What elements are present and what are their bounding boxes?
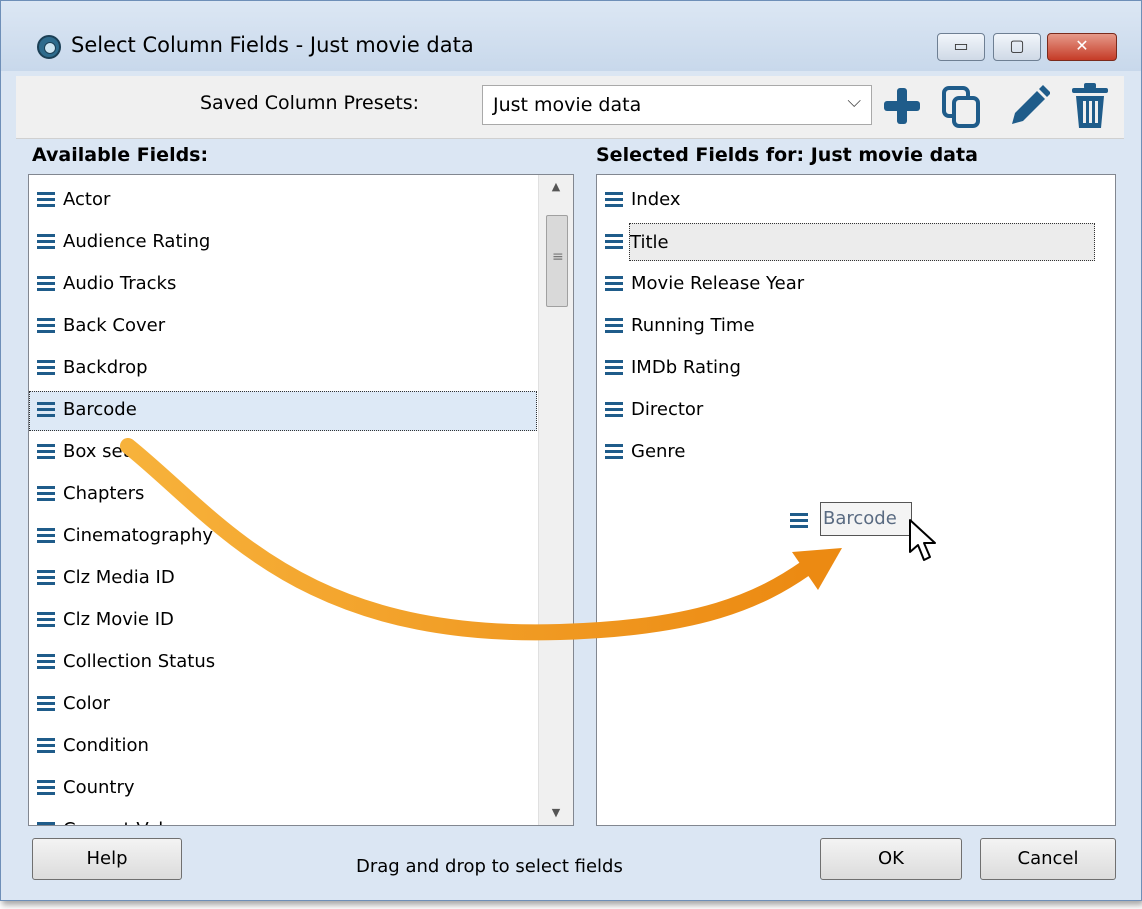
drag-handle-icon [37, 780, 55, 796]
drag-handle-icon [605, 318, 623, 334]
available-field-item[interactable]: Barcode [29, 391, 537, 431]
field-label: Box set [63, 441, 130, 462]
available-field-item[interactable]: Audio Tracks [29, 265, 537, 305]
field-label: Backdrop [63, 357, 148, 378]
vertical-scrollbar[interactable]: ▲ ▼ [538, 175, 573, 825]
selected-field-item[interactable]: Genre [597, 433, 1097, 473]
scroll-down-arrow-icon[interactable]: ▼ [539, 801, 573, 825]
available-field-item[interactable]: Audience Rating [29, 223, 537, 263]
help-button[interactable]: Help [32, 838, 182, 880]
available-field-item[interactable]: Back Cover [29, 307, 537, 347]
pencil-icon[interactable] [1006, 82, 1051, 130]
close-button[interactable]: ✕ [1047, 33, 1117, 61]
field-label: IMDb Rating [631, 357, 741, 378]
drag-handle-icon [37, 570, 55, 586]
selected-field-item[interactable]: IMDb Rating [597, 349, 1097, 389]
drag-ghost-label: Barcode [820, 502, 912, 536]
field-label: Actor [63, 189, 111, 210]
drag-handle-icon [37, 192, 55, 208]
window-title: Select Column Fields - Just movie data [71, 33, 474, 57]
available-fields-list[interactable]: Current Value Country Condition Color Collec… [28, 174, 574, 826]
available-field-item[interactable]: Condition [29, 727, 537, 767]
field-label: Audio Tracks [63, 273, 177, 294]
available-field-item[interactable]: Color [29, 685, 537, 725]
minimize-button[interactable]: ▭ [937, 33, 985, 61]
drag-handle-icon [37, 696, 55, 712]
drag-handle-icon [790, 513, 808, 529]
presets-label: Saved Column Presets: [200, 92, 420, 114]
drag-handle-icon [37, 738, 55, 754]
available-field-item[interactable]: Country [29, 769, 537, 809]
preset-dropdown[interactable]: Just movie data ⌵ [482, 85, 872, 125]
available-field-item[interactable]: Clz Movie ID [29, 601, 537, 641]
mouse-cursor-icon [909, 519, 936, 561]
selected-field-item[interactable]: Director [597, 391, 1097, 431]
selected-field-item[interactable]: Running Time [597, 307, 1097, 347]
drag-handle-icon [37, 654, 55, 670]
chevron-down-icon: ⌵ [847, 91, 861, 112]
field-label: Clz Media ID [63, 567, 175, 588]
copy-icon[interactable] [940, 82, 984, 130]
available-field-item[interactable]: Cinematography [29, 517, 537, 557]
field-label: Back Cover [63, 315, 166, 336]
drag-handle-icon [605, 192, 623, 208]
selected-field-item[interactable]: Movie Release Year [597, 265, 1097, 305]
selected-fields-list[interactable]: Index Title Movie Release Year Running Time… [596, 174, 1116, 826]
drag-handle-icon [37, 612, 55, 628]
field-label: Collection Status [63, 651, 216, 672]
available-field-item[interactable]: Chapters [29, 475, 537, 515]
app-logo-icon [37, 35, 61, 59]
field-label: Color [63, 693, 110, 714]
drag-handle-icon [37, 276, 55, 292]
available-field-item[interactable]: Clz Media ID [29, 559, 537, 599]
selected-fields-header: Selected Fields for: Just movie data [596, 144, 978, 166]
available-field-item[interactable]: Collection Status [29, 643, 537, 683]
field-label: Condition [63, 735, 149, 756]
maximize-button[interactable]: ▢ [993, 33, 1041, 61]
field-label: Director [631, 399, 704, 420]
field-label: Index [631, 189, 681, 210]
selected-field-item[interactable]: Index [597, 181, 1097, 221]
drag-handle-icon [605, 234, 623, 250]
available-field-item[interactable]: Current Value [29, 811, 537, 825]
drag-handle-icon [37, 486, 55, 502]
field-label: Audience Rating [63, 231, 211, 252]
field-label: Current Value [63, 819, 186, 825]
plus-icon[interactable] [880, 82, 924, 130]
drag-handle-icon [605, 402, 623, 418]
drag-handle-icon [37, 528, 55, 544]
field-label: Cinematography [63, 525, 214, 546]
field-label: Movie Release Year [631, 273, 805, 294]
ok-button[interactable]: OK [820, 838, 962, 880]
drag-handle-icon [605, 360, 623, 376]
preset-toolbar: Saved Column Presets: Just movie data ⌵ [16, 76, 1124, 139]
field-label: Running Time [631, 315, 755, 336]
field-label: Genre [631, 441, 686, 462]
drag-handle-icon [37, 360, 55, 376]
drag-handle-icon [605, 444, 623, 460]
drag-handle-icon [37, 318, 55, 334]
trash-icon[interactable] [1068, 82, 1112, 130]
selected-field-item[interactable]: Title [597, 223, 1097, 263]
drag-hint-text: Drag and drop to select fields [356, 856, 623, 877]
cancel-button[interactable]: Cancel [980, 838, 1116, 880]
drag-handle-icon [37, 444, 55, 460]
preset-dropdown-value: Just movie data [493, 94, 642, 116]
field-label: Clz Movie ID [63, 609, 174, 630]
scroll-up-arrow-icon[interactable]: ▲ [539, 175, 573, 199]
drag-handle-icon [605, 276, 623, 292]
field-label: Title [629, 223, 1095, 261]
scroll-thumb[interactable] [546, 215, 568, 307]
drag-handle-icon [37, 822, 55, 825]
drag-handle-icon [37, 234, 55, 250]
available-field-item[interactable]: Box set [29, 433, 537, 473]
field-label: Chapters [63, 483, 145, 504]
drag-handle-icon [37, 402, 55, 418]
field-label: Barcode [63, 399, 137, 420]
title-bar[interactable]: Select Column Fields - Just movie data ▭… [1, 1, 1141, 71]
available-fields-header: Available Fields: [32, 144, 209, 166]
available-field-item[interactable]: Backdrop [29, 349, 537, 389]
available-field-item[interactable]: Actor [29, 181, 537, 221]
field-label: Country [63, 777, 135, 798]
